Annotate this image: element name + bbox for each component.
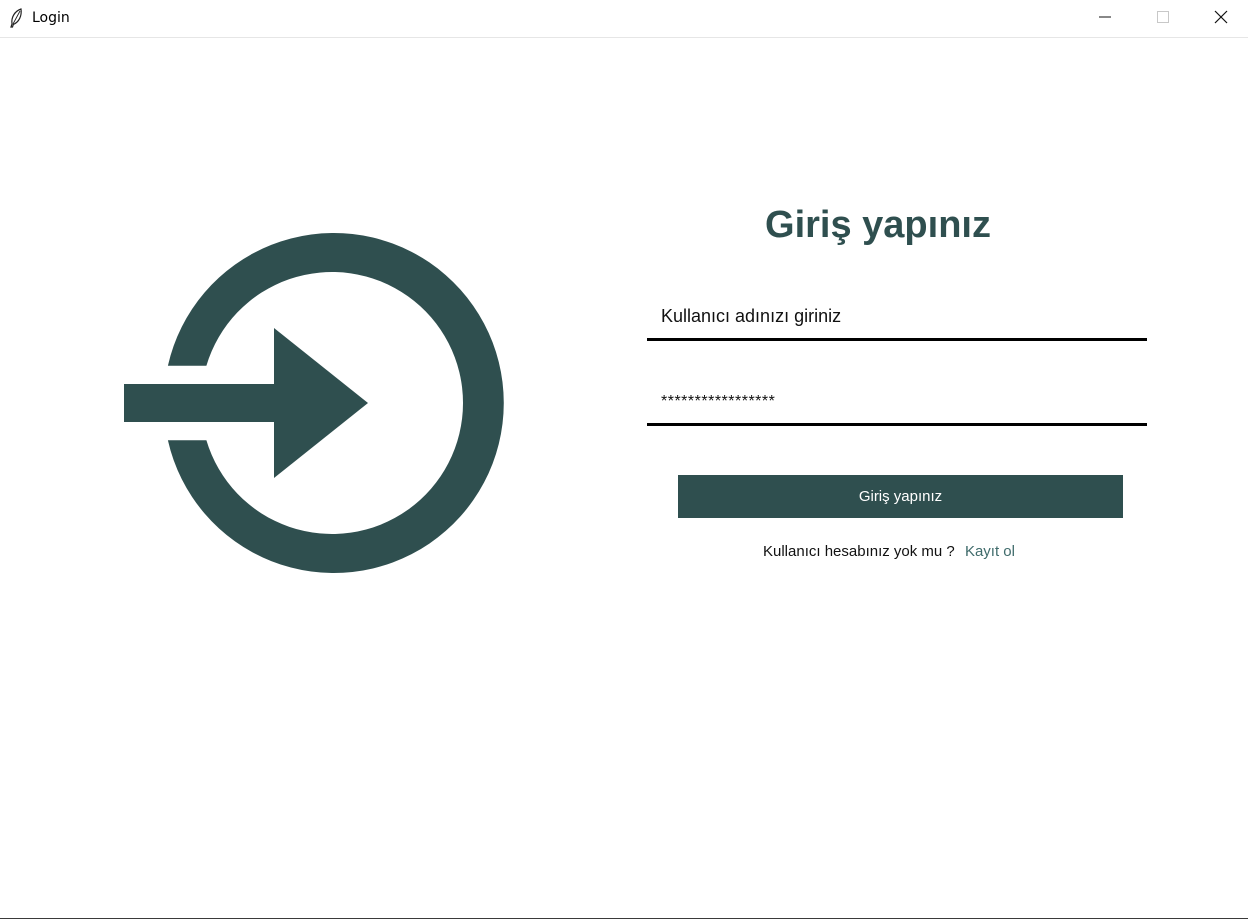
window-title: Login [32,10,70,26]
title-bar[interactable]: Login [0,0,1248,38]
minimize-icon [1098,10,1112,29]
feather-icon [8,8,24,28]
register-prompt: Kullanıcı hesabınız yok mu ? [763,543,955,560]
register-link[interactable]: Kayıt ol [965,543,1015,560]
close-button[interactable] [1192,0,1248,38]
login-button[interactable]: Giriş yapınız [678,475,1123,518]
page-title: Giriş yapınız [765,204,991,246]
maximize-icon [1156,10,1170,29]
username-field[interactable] [647,295,1147,341]
password-field[interactable] [647,380,1147,426]
login-arrow-icon [120,230,504,576]
maximize-button[interactable] [1134,0,1192,38]
minimize-button[interactable] [1076,0,1134,38]
close-icon [1214,10,1228,29]
login-window: Login Giriş yapınız Kullanıcı adınızı gi… [0,0,1248,919]
register-row: Kullanıcı hesabınız yok mu ? Kayıt ol [763,543,1015,560]
